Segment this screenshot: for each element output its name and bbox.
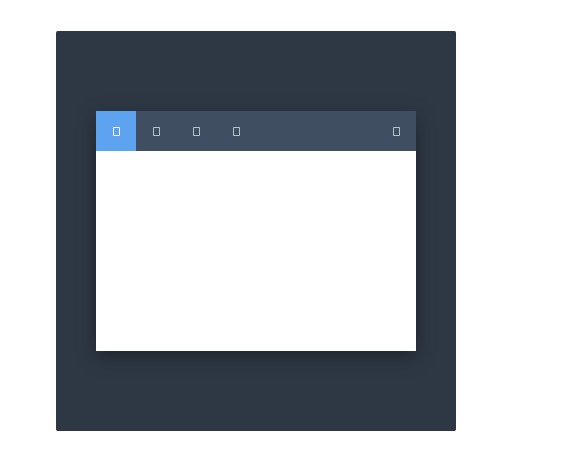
tab-1-icon: [112, 126, 120, 136]
app-window: [96, 111, 416, 351]
toolbar-tab-3[interactable]: [176, 111, 216, 151]
content-area: [96, 151, 416, 351]
tab-4-icon: [232, 126, 240, 136]
toolbar: [96, 111, 416, 151]
tab-2-icon: [152, 126, 160, 136]
toolbar-tab-2[interactable]: [136, 111, 176, 151]
toolbar-menu-button[interactable]: [376, 111, 416, 151]
tab-3-icon: [192, 126, 200, 136]
toolbar-tab-4[interactable]: [216, 111, 256, 151]
menu-icon: [392, 126, 400, 136]
toolbar-tab-1[interactable]: [96, 111, 136, 151]
app-backdrop: [56, 31, 456, 431]
